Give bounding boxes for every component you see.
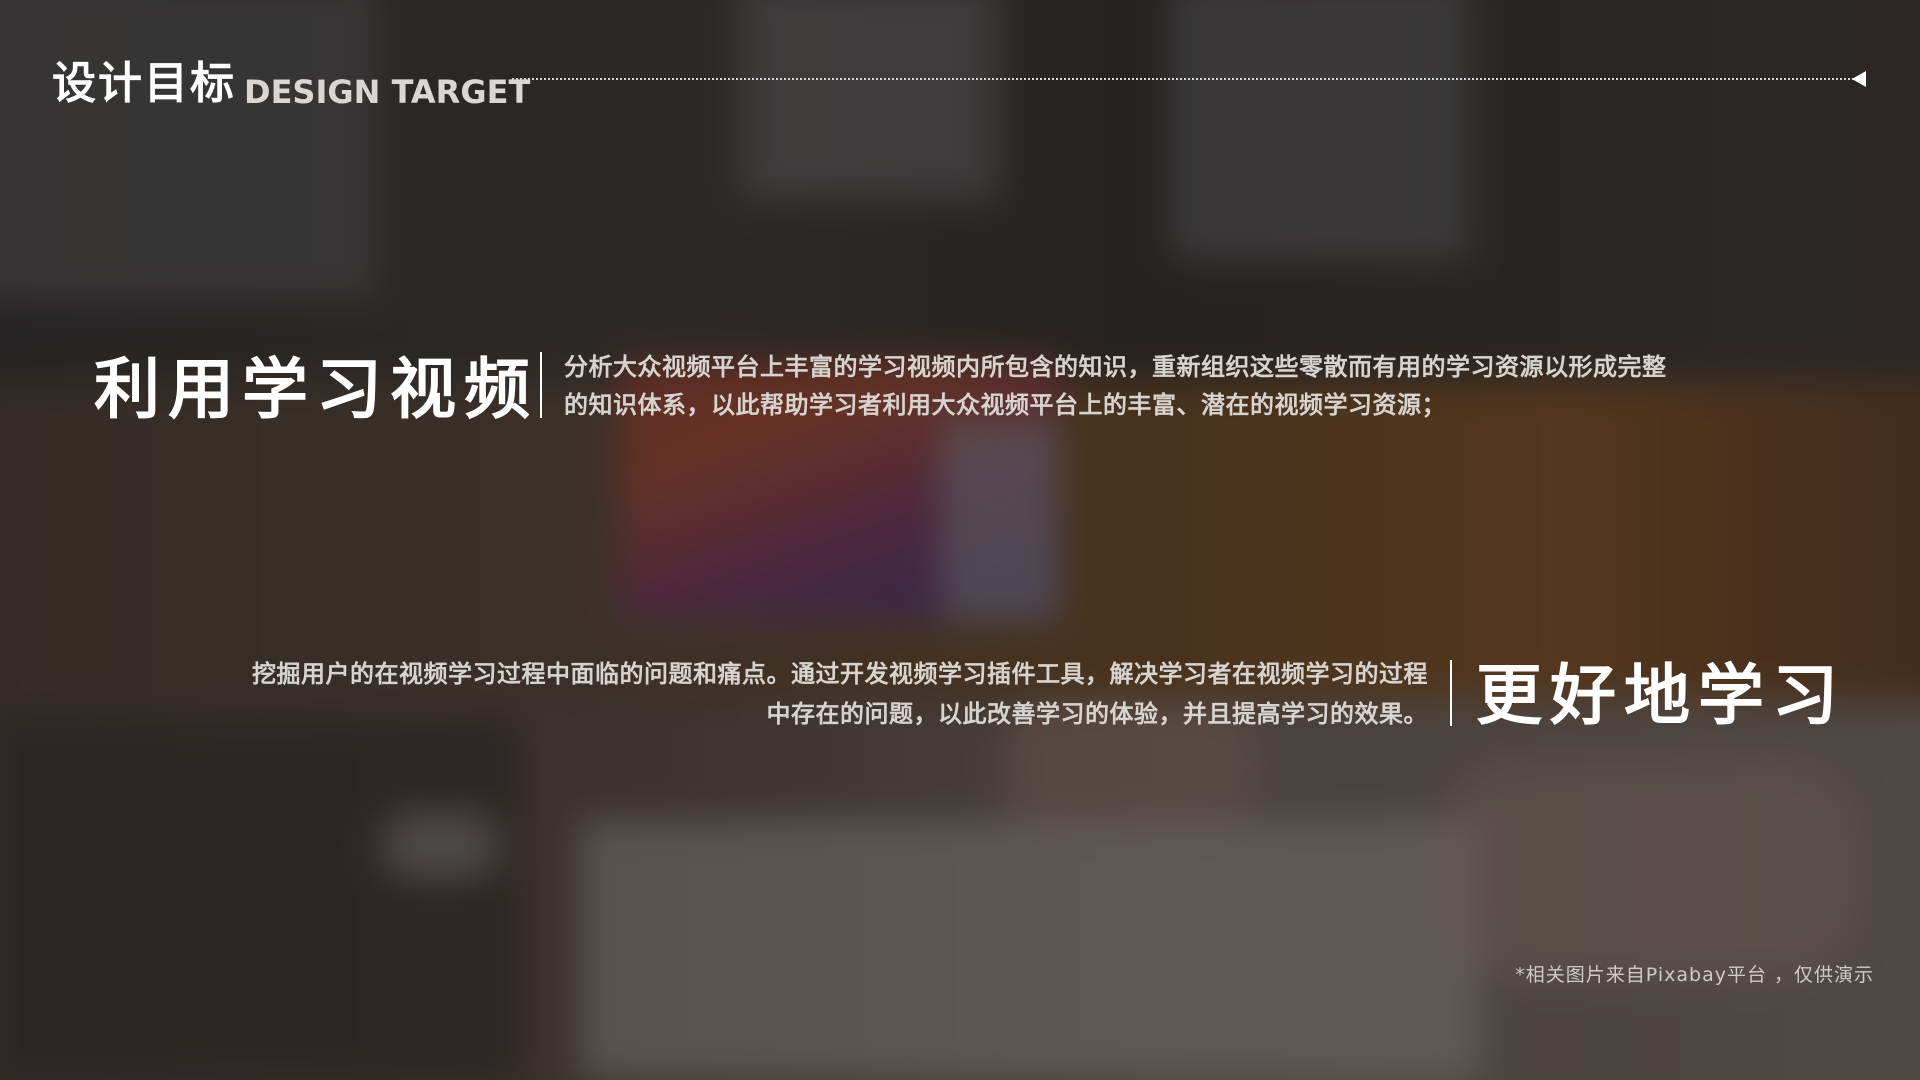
goal-title-2: 更好地学习 xyxy=(1476,657,1846,734)
header-dotted-line xyxy=(512,78,1862,80)
goal-description-1-line-1: 分析大众视频平台上丰富的学习视频内所包含的知识，重新组织这些零散而有用的学习资源… xyxy=(564,353,1667,381)
page-subtitle: DESIGN TARGET xyxy=(244,73,531,111)
goal-description-2-line-1: 挖掘用户的在视频学习过程中面临的问题和痛点。通过开发视频学习插件工具，解决学习者… xyxy=(252,660,1428,688)
divider-1 xyxy=(540,352,542,418)
goal-description-2: 挖掘用户的在视频学习过程中面临的问题和痛点。通过开发视频学习插件工具，解决学习者… xyxy=(96,654,1428,734)
goal-description-2-line-2: 中存在的问题，以此改善学习的体验，并且提高学习的效果。 xyxy=(766,700,1428,728)
goal-description-1-line-2: 的知识体系，以此帮助学习者利用大众视频平台上的丰富、潜在的视频学习资源； xyxy=(564,391,1446,419)
arrow-left-icon xyxy=(1852,71,1866,87)
slide: 设计目标 DESIGN TARGET 利用学习视频 分析大众视频平台上丰富的学习… xyxy=(0,0,1920,1080)
dark-overlay xyxy=(0,0,1920,1080)
goal-description-1: 分析大众视频平台上丰富的学习视频内所包含的知识，重新组织这些零散而有用的学习资源… xyxy=(564,348,1824,424)
divider-2 xyxy=(1450,660,1452,726)
image-credit-footnote: *相关图片来自Pixabay平台 ，仅供演示 xyxy=(1515,964,1874,986)
goal-title-1: 利用学习视频 xyxy=(94,351,538,428)
page-title: 设计目标 xyxy=(52,58,236,109)
